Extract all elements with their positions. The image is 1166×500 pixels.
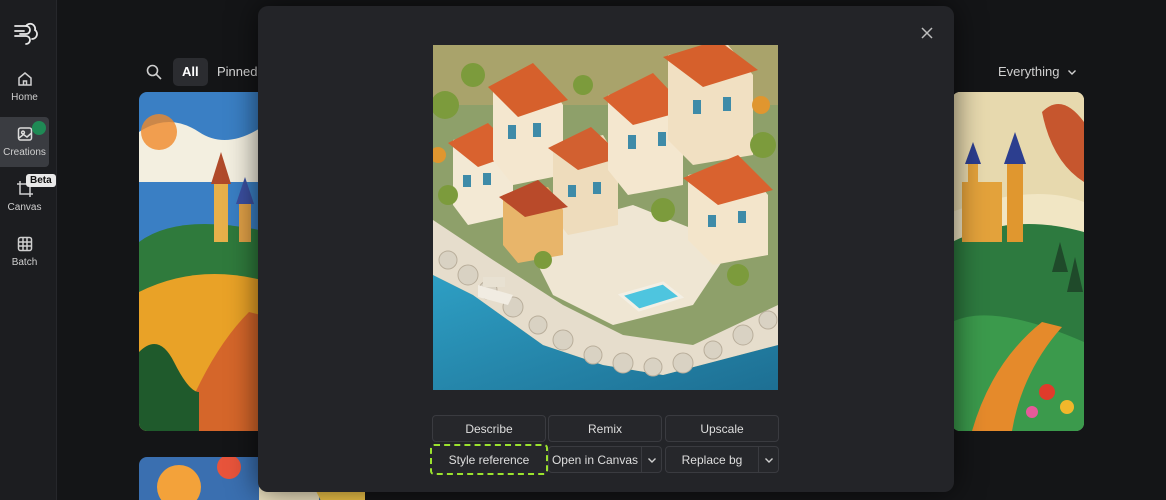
upscale-button[interactable]: Upscale [665, 415, 779, 442]
describe-button[interactable]: Describe [432, 415, 546, 442]
close-icon[interactable] [918, 24, 936, 42]
open-in-canvas-button[interactable]: Open in Canvas [549, 453, 641, 467]
tab-all[interactable]: All [173, 58, 208, 86]
brand-logo-icon[interactable] [12, 20, 38, 46]
notification-dot [32, 121, 46, 135]
sidebar: Home Creations Beta Canvas Batch [0, 0, 57, 500]
style-reference-button[interactable]: Style reference [430, 444, 548, 475]
chevron-down-icon [764, 457, 773, 463]
sidebar-item-label: Canvas [7, 202, 42, 213]
replace-bg-button[interactable]: Replace bg [666, 453, 758, 467]
replace-bg-split-button[interactable]: Replace bg [665, 446, 779, 473]
gallery-thumbnail[interactable] [139, 92, 269, 431]
sidebar-item-creations[interactable]: Creations [0, 117, 49, 167]
batch-icon [17, 236, 32, 252]
sidebar-item-label: Batch [11, 257, 38, 268]
fantasy-castle-image [952, 92, 1084, 431]
filter-label: Everything [998, 64, 1060, 79]
search-icon[interactable] [146, 64, 162, 80]
app: Home Creations Beta Canvas Batch All Pin… [0, 0, 1166, 500]
sidebar-item-canvas[interactable]: Beta Canvas [0, 172, 56, 222]
chevron-down-icon [647, 457, 656, 463]
everything-filter-dropdown[interactable]: Everything [998, 64, 1077, 79]
sidebar-item-label: Home [11, 92, 38, 103]
gallery-thumbnail[interactable] [952, 92, 1084, 431]
open-in-canvas-menu-toggle[interactable] [641, 447, 661, 472]
sidebar-item-batch[interactable]: Batch [0, 227, 49, 277]
chevron-down-icon [1068, 69, 1077, 75]
generated-image-preview[interactable] [433, 45, 778, 390]
image-detail-modal: Describe Remix Upscale Style reference O… [258, 6, 954, 492]
sidebar-item-label: Creations [3, 147, 46, 158]
isometric-village-image [433, 45, 778, 390]
beta-badge: Beta [26, 174, 56, 187]
image-icon [17, 127, 32, 141]
sidebar-item-home[interactable]: Home [0, 62, 49, 112]
remix-button[interactable]: Remix [548, 415, 662, 442]
fantasy-landscape-image [139, 92, 269, 431]
home-icon [17, 72, 32, 86]
open-in-canvas-split-button[interactable]: Open in Canvas [548, 446, 662, 473]
replace-bg-menu-toggle[interactable] [758, 447, 778, 472]
